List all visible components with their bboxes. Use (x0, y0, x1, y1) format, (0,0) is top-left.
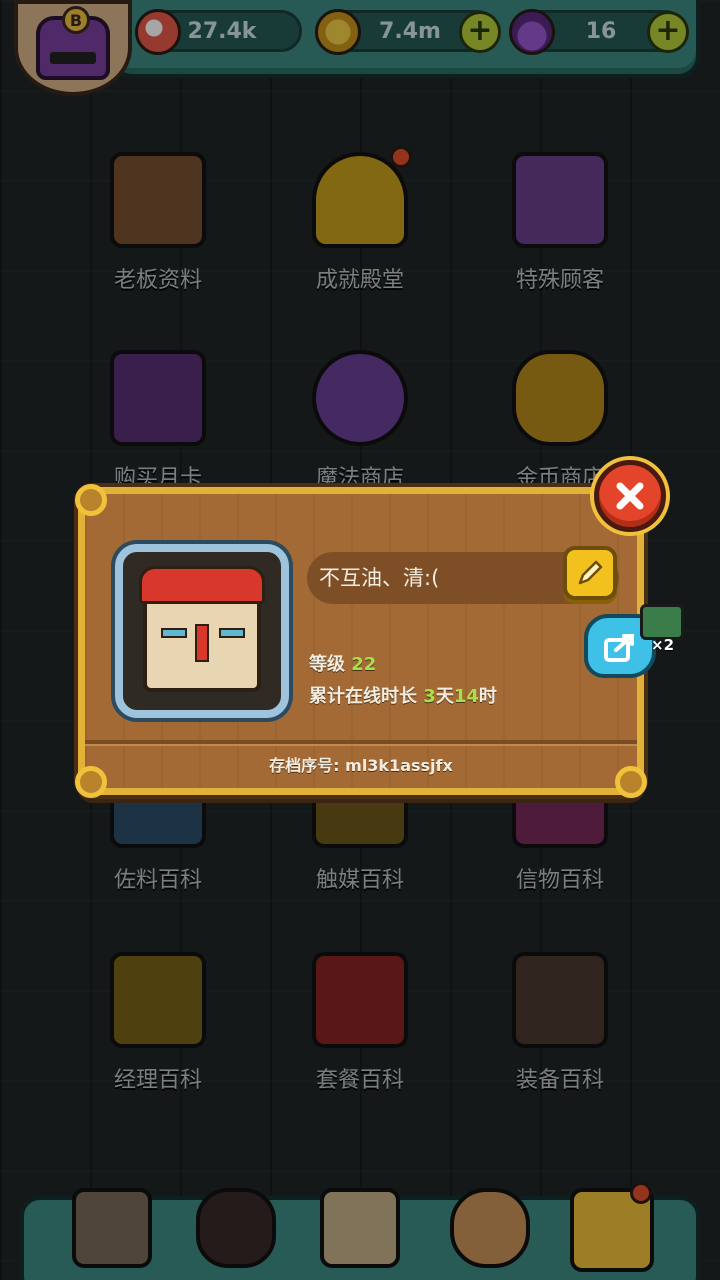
corner-ornament (75, 484, 107, 516)
pencil-icon (578, 560, 603, 585)
close-icon (616, 482, 644, 510)
online-days: 3 (423, 686, 436, 707)
online-hours: 14 (453, 686, 479, 707)
player-portrait[interactable] (115, 544, 289, 718)
share-reward-icon (640, 604, 684, 640)
close-button[interactable] (594, 460, 666, 532)
edit-name-button[interactable] (563, 546, 617, 600)
avatar (139, 566, 265, 692)
online-hours-unit: 时 (478, 686, 497, 707)
share-icon (604, 634, 634, 662)
level-stat: 等级 22 (309, 650, 376, 676)
online-label: 累计在线时长 (309, 686, 417, 707)
online-time-stat: 累计在线时长 3天14时 (309, 682, 497, 708)
level-label: 等级 (309, 654, 345, 675)
level-value: 22 (351, 654, 377, 675)
profile-dialog: 不互油、清:( 等级 22 累计在线时长 3天14时 存档序号: ml3k1as… (74, 483, 648, 799)
divider (85, 740, 637, 744)
save-id: 存档序号: ml3k1assjfx (269, 756, 453, 775)
share-multiplier: ×2 (651, 636, 675, 654)
online-days-unit: 天 (435, 686, 454, 707)
player-name: 不互油、清:( (319, 566, 440, 590)
